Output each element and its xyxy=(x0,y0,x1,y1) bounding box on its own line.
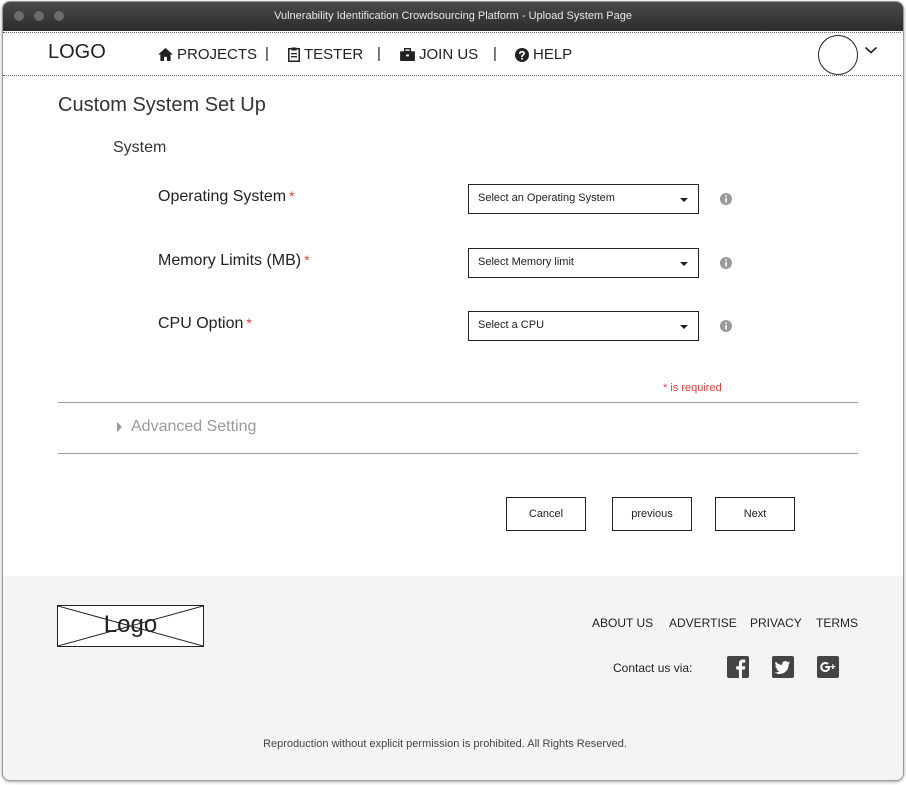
info-icon[interactable] xyxy=(720,193,732,205)
caret-down-icon xyxy=(680,262,688,266)
info-icon[interactable] xyxy=(720,257,732,269)
divider xyxy=(58,402,858,403)
nav-tester-label: TESTER xyxy=(304,46,364,63)
operating-system-select[interactable]: Select an Operating System xyxy=(468,184,699,214)
header-logo[interactable]: LOGO xyxy=(48,41,106,64)
footer-logo-text: Logo xyxy=(103,611,158,638)
nav-projects[interactable]: PROJECTS xyxy=(158,46,257,63)
copyright-text: Reproduction without explicit permission… xyxy=(263,738,627,750)
required-asterisk: * xyxy=(289,188,295,204)
required-asterisk: * xyxy=(246,315,252,331)
footer-link-advertise[interactable]: ADVERTISE xyxy=(669,616,737,630)
advanced-setting-label: Advanced Setting xyxy=(131,418,257,435)
title-bar: Vulnerability Identification Crowdsourci… xyxy=(3,2,903,31)
user-avatar[interactable] xyxy=(818,35,858,75)
previous-button[interactable]: previous xyxy=(612,497,692,531)
briefcase-icon xyxy=(400,48,415,61)
question-circle-icon xyxy=(515,47,529,62)
operating-system-label-text: Operating System xyxy=(158,188,287,205)
browser-window: Vulnerability Identification Crowdsourci… xyxy=(2,1,904,781)
caret-down-icon xyxy=(680,325,688,329)
cpu-option-label: CPU Option * xyxy=(158,315,252,333)
cpu-select[interactable]: Select a CPU xyxy=(468,311,699,341)
memory-limit-select[interactable]: Select Memory limit xyxy=(468,248,699,278)
nav-help-label: HELP xyxy=(533,46,573,63)
page-title: Custom System Set Up xyxy=(58,94,266,116)
clipboard-icon xyxy=(288,47,300,62)
advanced-setting-toggle[interactable]: Advanced Setting xyxy=(117,418,256,436)
divider xyxy=(58,453,858,454)
nav-help[interactable]: HELP xyxy=(515,46,572,63)
info-icon[interactable] xyxy=(720,320,732,332)
footer-link-about-us[interactable]: ABOUT US xyxy=(592,616,653,630)
caret-right-icon xyxy=(117,422,122,432)
footer-link-privacy[interactable]: PRIVACY xyxy=(750,616,802,630)
chevron-down-icon[interactable] xyxy=(864,45,878,55)
nav-separator: | xyxy=(493,45,497,62)
nav-join-us[interactable]: JOIN US xyxy=(400,46,478,63)
section-title: System xyxy=(113,139,167,156)
nav-separator: | xyxy=(265,45,269,62)
footer: Logo ABOUT US ADVERTISE PRIVACY TERMS Co… xyxy=(3,576,903,780)
footer-link-terms[interactable]: TERMS xyxy=(816,616,858,630)
operating-system-label: Operating System * xyxy=(158,188,295,206)
facebook-icon[interactable] xyxy=(727,656,749,678)
required-note: * is required xyxy=(663,382,722,394)
twitter-icon[interactable] xyxy=(772,656,794,678)
nav-tester[interactable]: TESTER xyxy=(288,46,363,63)
cancel-button[interactable]: Cancel xyxy=(506,497,586,531)
contact-label: Contact us via: xyxy=(613,661,693,675)
footer-logo[interactable]: Logo xyxy=(57,605,204,647)
required-asterisk: * xyxy=(304,252,310,268)
top-navbar: LOGO PROJECTS | TESTER | JOIN US | HELP xyxy=(3,32,901,76)
memory-limit-select-value: Select Memory limit xyxy=(478,256,574,268)
memory-limits-label: Memory Limits (MB) * xyxy=(158,252,310,270)
cpu-select-value: Select a CPU xyxy=(478,319,545,331)
home-icon xyxy=(158,48,173,61)
nav-separator: | xyxy=(377,45,381,62)
google-plus-icon[interactable] xyxy=(817,656,839,678)
nav-join-us-label: JOIN US xyxy=(419,46,479,63)
operating-system-select-value: Select an Operating System xyxy=(478,192,615,204)
cpu-option-label-text: CPU Option xyxy=(158,315,244,332)
caret-down-icon xyxy=(680,198,688,202)
memory-limits-label-text: Memory Limits (MB) xyxy=(158,252,302,269)
nav-projects-label: PROJECTS xyxy=(177,46,258,63)
next-button[interactable]: Next xyxy=(715,497,795,531)
window-title: Vulnerability Identification Crowdsourci… xyxy=(274,10,632,22)
